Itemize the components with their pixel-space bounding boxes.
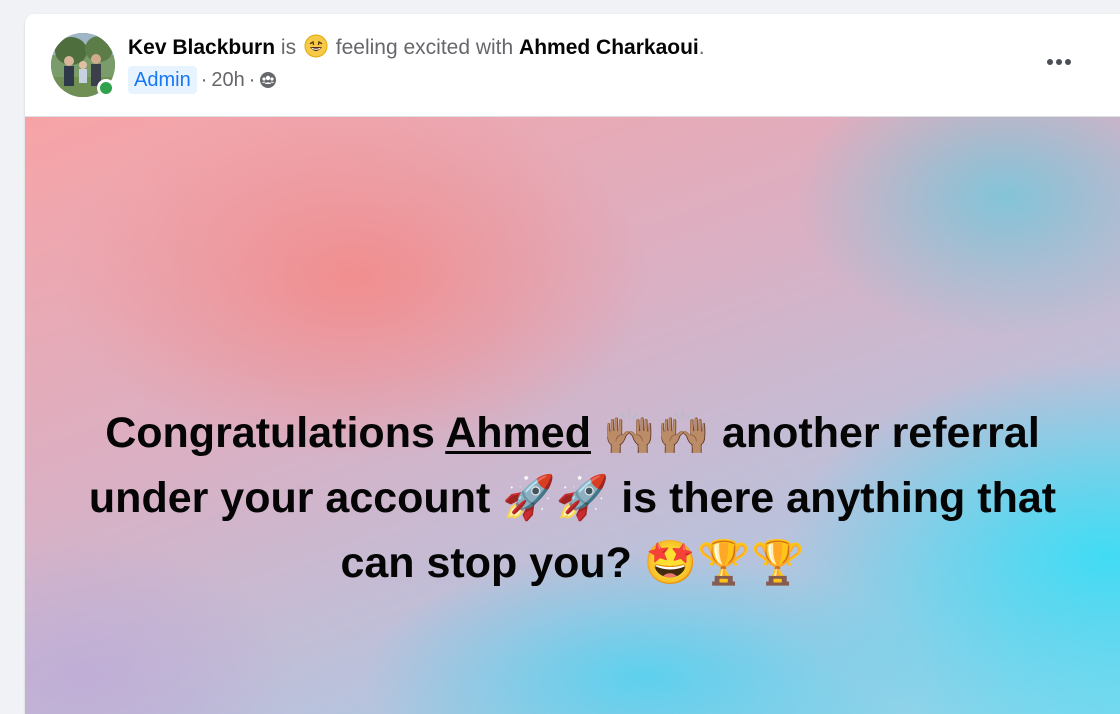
online-status-dot — [97, 79, 115, 97]
post-meta: Admin · 20h · — [128, 66, 277, 94]
message-text-start: Congratulations — [105, 409, 446, 457]
author-name[interactable]: Kev Blackburn — [128, 36, 275, 59]
post-headline: Kev Blackburn is feeling excited with Ah… — [128, 34, 705, 62]
background-post-banner: Congratulations Ahmed 🙌🏽🙌🏽 another refer… — [25, 116, 1120, 714]
admin-badge[interactable]: Admin — [128, 66, 197, 94]
mention-link[interactable]: Ahmed — [445, 409, 591, 457]
more-options-button[interactable] — [1039, 48, 1079, 76]
author-avatar[interactable] — [51, 33, 115, 97]
meta-separator: · — [248, 69, 256, 91]
meta-separator: · — [200, 69, 208, 91]
post-message: Congratulations Ahmed 🙌🏽🙌🏽 another refer… — [85, 401, 1060, 596]
excited-emoji-icon — [304, 34, 328, 58]
group-icon[interactable] — [259, 71, 277, 89]
feeling-text: feeling excited with — [335, 36, 514, 59]
post-timestamp[interactable]: 20h — [211, 66, 244, 94]
more-options-icon — [1047, 59, 1053, 65]
more-options-dot — [1056, 59, 1062, 65]
post-card: Kev Blackburn is feeling excited with Ah… — [25, 14, 1120, 714]
tagged-name[interactable]: Ahmed Charkaoui — [519, 36, 699, 59]
more-options-dot — [1065, 59, 1071, 65]
post-header: Kev Blackburn is feeling excited with Ah… — [25, 14, 1120, 116]
headline-period: . — [698, 36, 705, 59]
is-text: is — [280, 36, 297, 59]
